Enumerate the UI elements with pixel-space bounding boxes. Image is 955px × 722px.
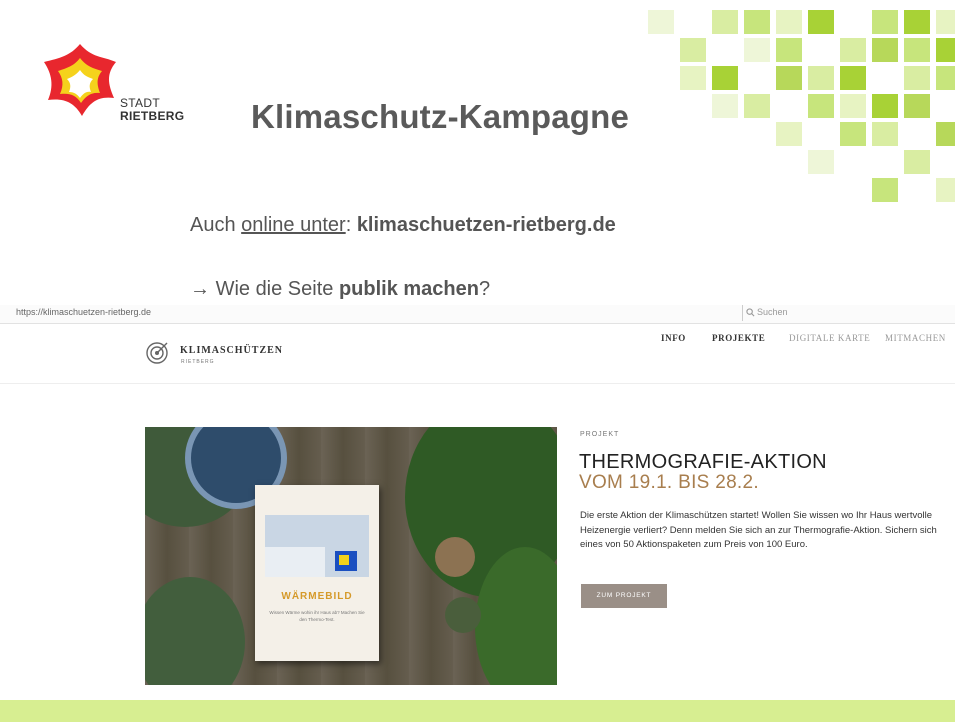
online-domain: klimaschuetzen-rietberg.de <box>356 214 616 236</box>
search-icon <box>746 308 755 317</box>
flyer-text: Wissen Wärme wohin ihr Haus ab? Machen S… <box>269 610 365 622</box>
publik-suffix: ? <box>478 278 491 300</box>
site-brand[interactable]: KLIMASCHÜTZEN <box>180 345 283 356</box>
website-screenshot: https://klimaschuetzen-rietberg.de Suche… <box>0 305 955 700</box>
header-divider <box>0 383 955 384</box>
slide-title: Klimaschutz-Kampagne <box>251 98 630 135</box>
online-colon: : <box>345 214 357 236</box>
arrow-icon: → <box>190 278 216 300</box>
bottom-green-strip <box>0 700 955 722</box>
nav-item-projekte[interactable]: PROJEKTE <box>712 333 765 343</box>
nav-item-digitale-karte[interactable]: DIGITALE KARTE <box>789 333 870 343</box>
project-description: Die erste Aktion der Klimaschützen start… <box>580 510 937 550</box>
site-brand-sub: RIETBERG <box>181 359 215 365</box>
browser-search-box[interactable]: Suchen <box>742 305 943 321</box>
green-mosaic-decoration <box>640 0 955 220</box>
nav-item-mitmachen[interactable]: MITMACHEN <box>885 333 946 343</box>
online-link[interactable]: online unter <box>241 214 346 236</box>
browser-url[interactable]: https://klimaschuetzen-rietberg.de <box>16 307 151 317</box>
publik-line: → Wie die Seite publik machen? <box>190 278 490 301</box>
stadt-rietberg-logo-icon <box>44 44 116 116</box>
hero-photo: WÄRMEBILD Wissen Wärme wohin ihr Haus ab… <box>145 427 557 685</box>
browser-address-bar[interactable]: https://klimaschuetzen-rietberg.de Suche… <box>0 305 955 324</box>
zum-projekt-button[interactable]: ZUM PROJEKT <box>581 584 667 608</box>
klimaschuetzen-target-logo-icon[interactable] <box>145 341 169 365</box>
flyer: WÄRMEBILD Wissen Wärme wohin ihr Haus ab… <box>255 485 379 661</box>
search-placeholder: Suchen <box>757 307 788 317</box>
flyer-title: WÄRMEBILD <box>281 591 353 602</box>
org-name: STADT RIETBERG <box>120 97 184 123</box>
project-headline: THERMOGRAFIE-AKTION <box>579 451 827 473</box>
org-name-line2: RIETBERG <box>120 109 185 123</box>
online-line: Auch online unter: klimaschuetzen-rietbe… <box>190 214 616 237</box>
project-dateline: VOM 19.1. BIS 28.2. <box>579 472 759 493</box>
presentation-slide: STADT RIETBERG Klimaschutz-Kampagne Auch… <box>0 0 955 722</box>
publik-prefix: Wie die Seite <box>215 278 339 300</box>
project-kicker: PROJEKT <box>580 431 620 438</box>
online-prefix: Auch <box>190 214 242 236</box>
nav-item-info[interactable]: INFO <box>661 333 686 343</box>
publik-bold: publik machen <box>338 278 479 300</box>
